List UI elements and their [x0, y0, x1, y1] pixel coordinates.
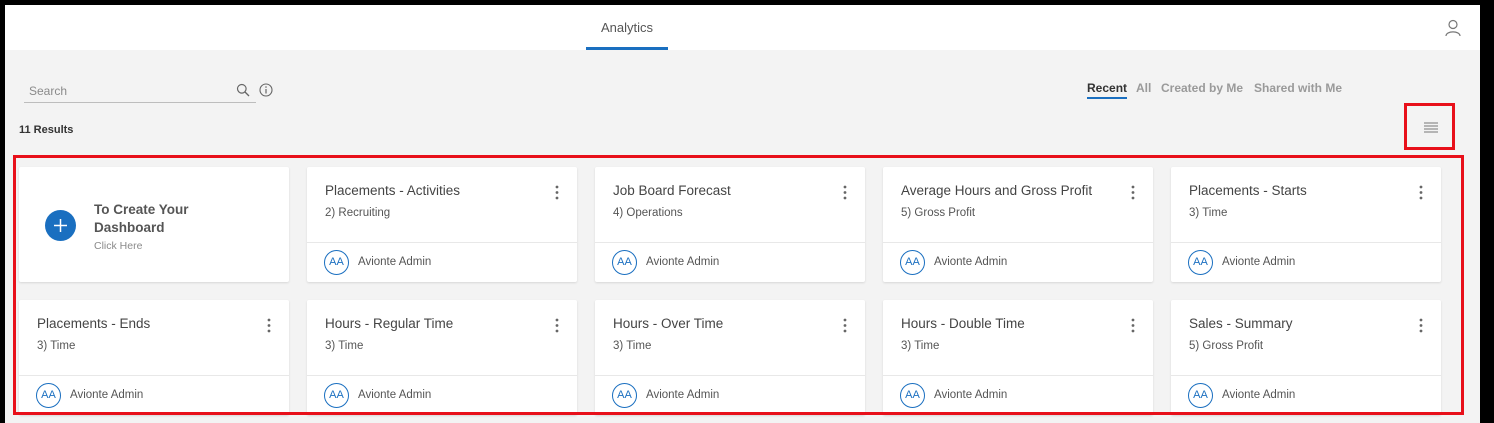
- user-icon[interactable]: [1445, 19, 1461, 37]
- view-toggle-highlight: [1404, 103, 1455, 150]
- filter-recent[interactable]: Recent: [1087, 81, 1128, 99]
- list-view-icon[interactable]: [1424, 122, 1438, 133]
- filter-shared-with-me[interactable]: Shared with Me: [1254, 81, 1342, 95]
- search-icon[interactable]: [236, 83, 250, 97]
- info-icon[interactable]: [259, 83, 273, 97]
- filter-all[interactable]: All: [1136, 81, 1151, 95]
- dashboard-grid-highlight: [13, 155, 1464, 415]
- tab-analytics[interactable]: Analytics: [586, 5, 668, 50]
- app-frame: Analytics Recent All Created by Me Share…: [5, 5, 1480, 423]
- search-input[interactable]: [24, 81, 229, 101]
- top-bar: Analytics: [5, 5, 1480, 50]
- filter-created-by-me[interactable]: Created by Me: [1161, 81, 1243, 95]
- search-bar: [24, 81, 256, 103]
- results-count: 11 Results: [19, 124, 74, 136]
